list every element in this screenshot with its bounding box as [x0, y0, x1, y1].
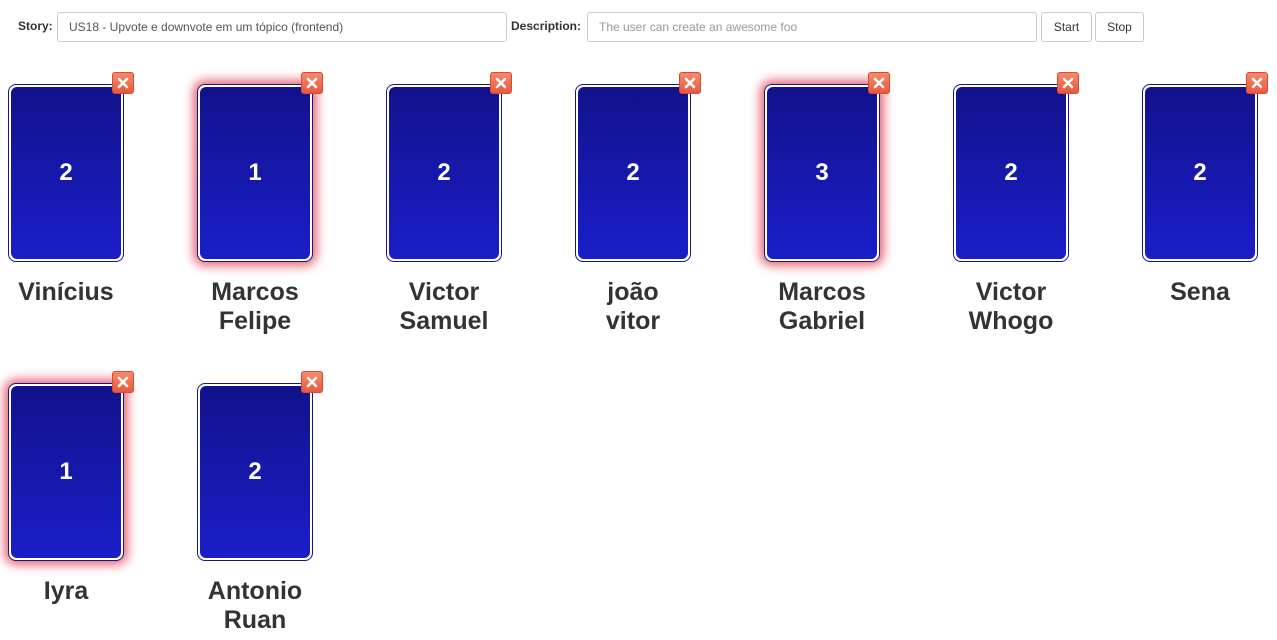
player-name-line1: joão — [607, 278, 659, 306]
player-name: joão vitor — [567, 278, 699, 336]
vote-value: 2 — [1145, 87, 1255, 259]
close-x-icon — [117, 77, 129, 89]
vote-card: 1 — [8, 383, 124, 561]
player-slot: 2 joão vitor — [567, 72, 747, 362]
player-name-line2: Whogo — [968, 307, 1054, 335]
player-name-line1: Marcos — [211, 278, 299, 306]
close-x-icon — [684, 77, 696, 89]
story-toolbar: Story: Description: Start Stop — [0, 0, 1277, 50]
remove-player-button[interactable] — [112, 371, 134, 393]
player-name-line1: Sena — [1170, 278, 1230, 306]
close-x-icon — [495, 77, 507, 89]
close-x-icon — [117, 376, 129, 388]
vote-card: 2 — [575, 84, 691, 262]
description-label: Description: — [511, 19, 582, 33]
player-name-line1: Iyra — [43, 577, 89, 605]
remove-player-button[interactable] — [112, 72, 134, 94]
player-name-line2: Felipe — [218, 307, 292, 335]
close-x-icon — [1251, 77, 1263, 89]
player-name: Sena — [1134, 278, 1266, 307]
player-name-line1: Vinícius — [18, 278, 114, 306]
remove-player-button[interactable] — [868, 72, 890, 94]
player-slot: 1 Marcos Felipe — [189, 72, 369, 362]
remove-player-button[interactable] — [490, 72, 512, 94]
player-slot: 2 Victor Samuel — [378, 72, 558, 362]
vote-value: 3 — [767, 87, 877, 259]
player-name: Vinícius — [0, 278, 132, 307]
vote-value: 1 — [200, 87, 310, 259]
vote-card: 2 — [386, 84, 502, 262]
story-label: Story: — [18, 19, 53, 33]
player-name-line1: Victor — [975, 278, 1047, 306]
close-x-icon — [306, 77, 318, 89]
remove-player-button[interactable] — [301, 72, 323, 94]
description-input[interactable] — [587, 12, 1037, 42]
remove-player-button[interactable] — [301, 371, 323, 393]
stop-button[interactable]: Stop — [1095, 12, 1144, 42]
vote-card: 2 — [197, 383, 313, 561]
player-slot: 2 Vinícius — [0, 72, 180, 362]
player-name-line1: Antonio — [207, 577, 303, 605]
story-input[interactable] — [57, 12, 507, 42]
player-name: Iyra — [0, 577, 132, 606]
player-name: Victor Samuel — [378, 278, 510, 336]
player-name-line2: vitor — [605, 307, 661, 335]
vote-value: 2 — [578, 87, 688, 259]
player-slot: 2 Antonio Ruan — [189, 371, 369, 640]
player-name: Victor Whogo — [945, 278, 1077, 336]
close-x-icon — [306, 376, 318, 388]
vote-value: 2 — [11, 87, 121, 259]
player-slot: 3 Marcos Gabriel — [756, 72, 936, 362]
vote-value: 2 — [200, 386, 310, 558]
vote-value: 1 — [11, 386, 121, 558]
remove-player-button[interactable] — [1057, 72, 1079, 94]
vote-card: 2 — [1142, 84, 1258, 262]
player-name: Marcos Gabriel — [756, 278, 888, 336]
player-name-line1: Marcos — [778, 278, 866, 306]
close-x-icon — [1062, 77, 1074, 89]
remove-player-button[interactable] — [1246, 72, 1268, 94]
player-name-line2: Samuel — [399, 307, 489, 335]
vote-card: 3 — [764, 84, 880, 262]
vote-card: 1 — [197, 84, 313, 262]
player-name: Marcos Felipe — [189, 278, 321, 336]
player-slot: 2 Victor Whogo — [945, 72, 1125, 362]
player-name-line2: Gabriel — [778, 307, 866, 335]
remove-player-button[interactable] — [679, 72, 701, 94]
vote-value: 2 — [956, 87, 1066, 259]
vote-card: 2 — [953, 84, 1069, 262]
player-name-line2: Ruan — [223, 606, 287, 634]
player-slot: 2 Sena — [1134, 72, 1277, 362]
vote-card: 2 — [8, 84, 124, 262]
player-name: Antonio Ruan — [189, 577, 321, 635]
start-button[interactable]: Start — [1041, 12, 1092, 42]
player-slot: 1 Iyra — [0, 371, 180, 640]
close-x-icon — [873, 77, 885, 89]
vote-value: 2 — [389, 87, 499, 259]
player-name-line1: Victor — [408, 278, 480, 306]
